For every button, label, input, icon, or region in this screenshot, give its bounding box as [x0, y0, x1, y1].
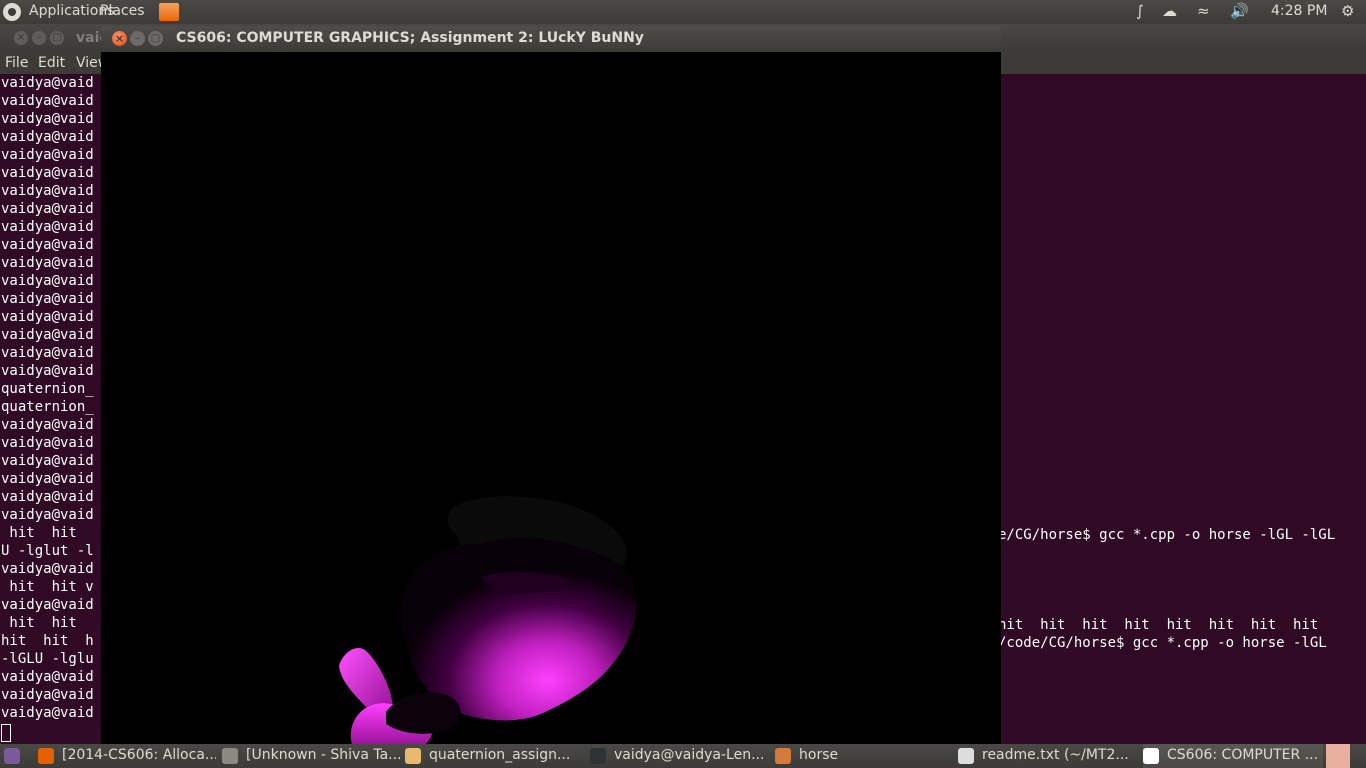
terminal-line: vaidya@vaid	[1, 471, 94, 487]
terminal-line: hit hit	[1, 525, 77, 541]
gl-minimize-button[interactable]: –	[130, 31, 145, 46]
terminal-line: vaidya@vaid	[1, 507, 94, 523]
taskbar-item[interactable]: vaidya@vaidya-Len...	[590, 744, 770, 768]
taskbar-item-label: [2014-CS606: Alloca...	[62, 747, 216, 763]
terminal-line: vaidya@vaid	[1, 705, 94, 721]
bunny-render	[339, 496, 637, 763]
gl-maximize-button[interactable]: □	[148, 31, 163, 46]
terminal-line: vaidya@vaid	[1, 219, 94, 235]
terminal-line-fragment: /code/CG/horse$ gcc *.cpp -o horse -lGL	[998, 635, 1327, 651]
menu-edit[interactable]: Edit	[38, 55, 65, 71]
clock[interactable]: 4:28 PM	[1271, 3, 1327, 19]
terminal-line: vaidya@vaid	[1, 669, 94, 685]
terminal-line: vaidya@vaid	[1, 273, 94, 289]
terminal-line: vaidya@vaid	[1, 363, 94, 379]
terminal-line: -lGLU -lglu	[1, 651, 94, 667]
home-folder-icon[interactable]	[159, 3, 179, 21]
terminal-line: vaidya@vaid	[1, 597, 94, 613]
taskbar-item[interactable]: horse	[775, 744, 950, 768]
workspace-switcher[interactable]	[1326, 744, 1350, 768]
gl-close-button[interactable]: ×	[112, 31, 127, 46]
terminal-line: vaidya@vaid	[1, 417, 94, 433]
terminal-line: vaidya@vaid	[1, 129, 94, 145]
taskbar-item[interactable]: [Unknown - Shiva Ta...	[222, 744, 400, 768]
gl-window-title: CS606: COMPUTER GRAPHICS; Assignment 2: …	[176, 30, 644, 46]
terminal-minimize-button[interactable]: –	[32, 31, 46, 45]
terminal-line: U -lglut -l	[1, 543, 94, 559]
terminal-line-fragment: e/CG/horse$ gcc *.cpp -o horse -lGL -lGL	[998, 527, 1336, 543]
taskbar-item[interactable]: CS606: COMPUTER ...	[1143, 744, 1323, 768]
terminal-line: vaidya@vaid	[1, 345, 94, 361]
taskbar-item-label: quaternion_assign...	[429, 747, 571, 763]
gl-render-canvas[interactable]	[101, 52, 1001, 763]
terminal-line: vaidya@vaid	[1, 183, 94, 199]
terminal-line: vaidya@vaid	[1, 147, 94, 163]
taskbar-item[interactable]: quaternion_assign...	[405, 744, 585, 768]
terminal-line: quaternion_	[1, 399, 94, 415]
taskbar-app-icon	[590, 748, 606, 764]
bunny-shadow	[386, 692, 461, 734]
terminal-line: vaidya@vaid	[1, 435, 94, 451]
ubuntu-logo-icon[interactable]	[3, 3, 21, 21]
taskbar-app-icon	[958, 748, 974, 764]
taskbar-item[interactable]: readme.txt (~/MT2...	[958, 744, 1138, 768]
taskbar-item-label: readme.txt (~/MT2...	[982, 747, 1129, 763]
settings-gear-icon[interactable]: ⚙	[1341, 2, 1354, 20]
terminal-line: vaidya@vaid	[1, 255, 94, 271]
terminal-line: vaidya@vaid	[1, 291, 94, 307]
taskbar-app-icon	[38, 748, 54, 764]
terminal-line: quaternion_	[1, 381, 94, 397]
terminal-line: vaidya@vaid	[1, 165, 94, 181]
show-desktop-button[interactable]	[0, 744, 30, 768]
taskbar-item-label: [Unknown - Shiva Ta...	[246, 747, 400, 763]
terminal-line: hit hit h	[1, 633, 94, 649]
terminal-line: vaidya@vaid	[1, 201, 94, 217]
taskbar-item-label: vaidya@vaidya-Len...	[614, 747, 765, 763]
show-desktop-icon	[4, 748, 20, 764]
terminal-close-button[interactable]: ×	[14, 31, 28, 45]
places-menu[interactable]: Places	[100, 3, 145, 19]
taskbar: [2014-CS606: Alloca... [Unknown - Shiva T…	[0, 744, 1366, 768]
cloud-icon[interactable]: ☁	[1162, 2, 1177, 20]
top-panel: Applications Places ∫ ☁ ≈ 🔊 4:28 PM ⚙	[0, 0, 1366, 24]
terminal-line: vaidya@vaid	[1, 111, 94, 127]
terminal-line: vaidya@vaid	[1, 687, 94, 703]
terminal-line: vaidya@vaid	[1, 75, 94, 91]
terminal-line: vaidya@vaid	[1, 309, 94, 325]
wifi-icon[interactable]: ≈	[1197, 2, 1210, 20]
gl-titlebar[interactable]: × – □ CS606: COMPUTER GRAPHICS; Assignme…	[101, 26, 1001, 52]
taskbar-item-label: CS606: COMPUTER ...	[1167, 747, 1319, 763]
taskbar-app-icon	[775, 748, 791, 764]
terminal-line: hit hit	[1, 615, 77, 631]
terminal-cursor	[1, 724, 11, 742]
terminal-line: vaidya@vaid	[1, 561, 94, 577]
terminal-line: vaidya@vaid	[1, 93, 94, 109]
gl-window[interactable]: × – □ CS606: COMPUTER GRAPHICS; Assignme…	[101, 26, 1001, 763]
taskbar-item[interactable]: [2014-CS606: Alloca...	[38, 744, 216, 768]
terminal-maximize-button[interactable]: □	[50, 31, 64, 45]
taskbar-app-icon	[222, 748, 238, 764]
taskbar-item-label: horse	[799, 747, 839, 763]
menu-file[interactable]: File	[5, 55, 28, 71]
terminal-line: vaidya@vaid	[1, 237, 94, 253]
taskbar-app-icon	[405, 748, 421, 764]
terminal-line: vaidya@vaid	[1, 453, 94, 469]
terminal-line-fragment: hit hit hit hit hit hit hit hit	[998, 617, 1319, 633]
bluetooth-icon[interactable]: ∫	[1136, 2, 1144, 20]
volume-icon[interactable]: 🔊	[1230, 2, 1249, 20]
terminal-line: vaidya@vaid	[1, 327, 94, 343]
taskbar-app-icon	[1143, 748, 1159, 764]
terminal-line: vaidya@vaid	[1, 489, 94, 505]
terminal-line: hit hit v	[1, 579, 94, 595]
